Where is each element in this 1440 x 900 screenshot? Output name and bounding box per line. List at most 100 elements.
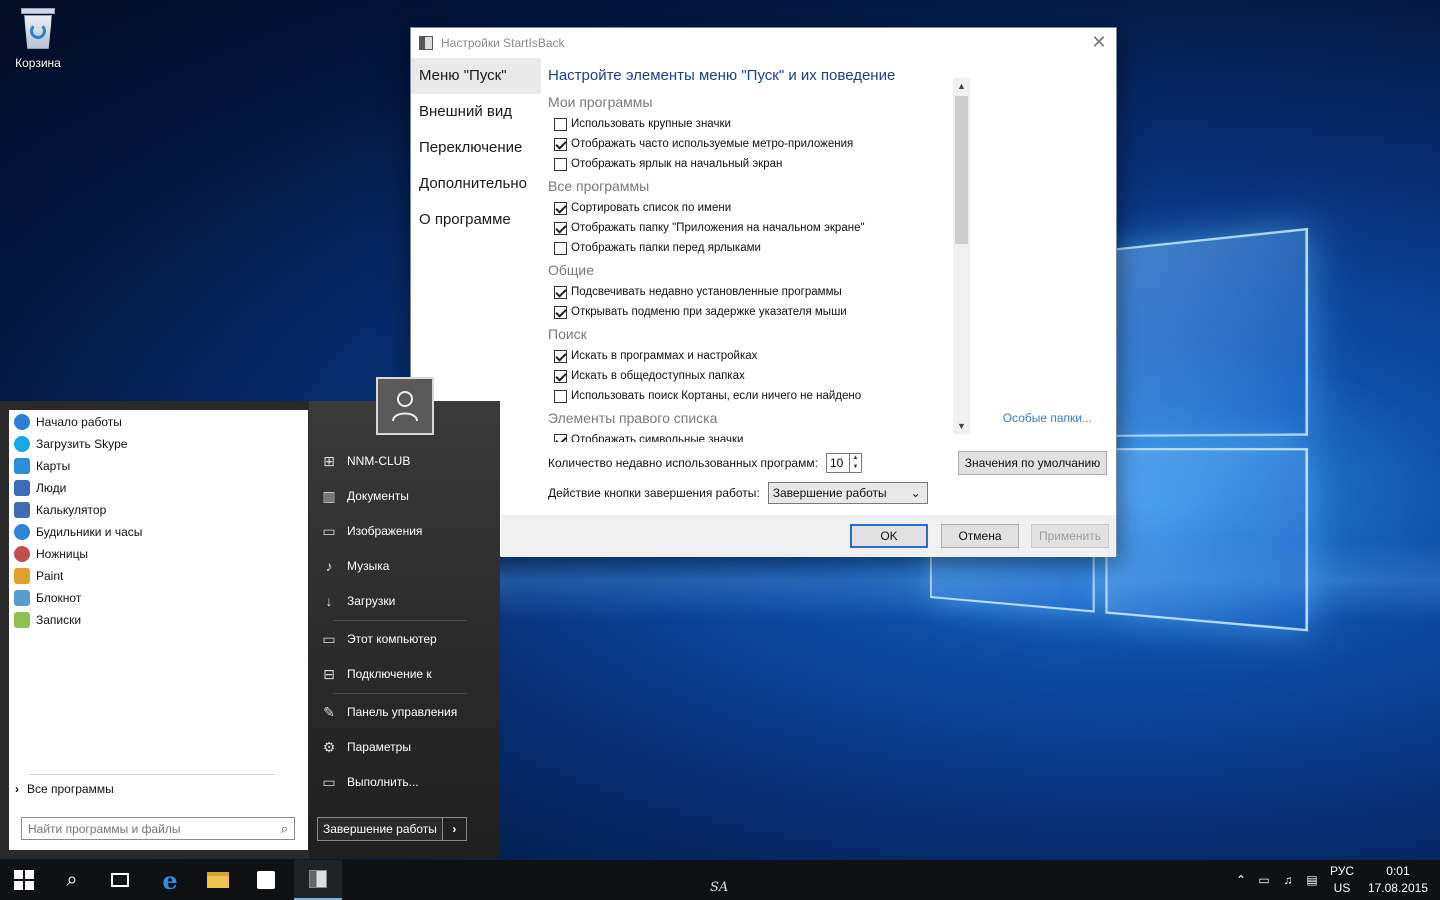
task-view-button[interactable]	[96, 860, 144, 900]
settings-dialog: Настройки StartIsBack ✕ Меню "Пуск" Внеш…	[410, 27, 1117, 557]
special-folders-link[interactable]: Особые папки...	[1003, 406, 1092, 430]
nav-item-switching[interactable]: Переключение	[411, 130, 541, 166]
place-documents[interactable]: ▥ Документы	[319, 481, 408, 511]
checkbox[interactable]	[554, 241, 567, 255]
checkbox[interactable]	[554, 285, 567, 299]
power-action-row: Действие кнопки завершения работы: Завер…	[548, 482, 928, 504]
recent-programs-stepper[interactable]: ▲▼	[825, 453, 862, 473]
clock[interactable]: 0:01 17.08.2015	[1368, 863, 1428, 897]
checkbox[interactable]	[554, 389, 567, 403]
program-item[interactable]: Ножницы	[9, 543, 308, 565]
option-symbolic-icons[interactable]: Отображать символьные значки	[548, 430, 1096, 442]
option-show-apps-folder[interactable]: Отображать папку "Приложения на начально…	[548, 218, 1096, 238]
place-user-folder[interactable]: ⊞ NNM-CLUB	[319, 446, 410, 476]
defaults-button[interactable]: Значения по умолчанию	[958, 451, 1107, 475]
checkbox[interactable]	[554, 157, 567, 171]
program-item[interactable]: Калькулятор	[9, 499, 308, 521]
option-cortana-search[interactable]: Использовать поиск Кортаны, если ничего …	[548, 386, 1096, 406]
place-settings[interactable]: ⚙ Параметры	[319, 732, 411, 762]
cancel-button[interactable]: Отмена	[941, 524, 1019, 548]
shutdown-options-icon[interactable]: ›	[442, 817, 467, 841]
startisback-app-icon	[419, 36, 433, 50]
startisback-app-icon	[309, 870, 327, 888]
program-item[interactable]: Записки	[9, 609, 308, 631]
notifications-icon[interactable]: ▤	[1300, 873, 1324, 887]
option-start-screen-shortcut[interactable]: Отображать ярлык на начальный экран	[548, 154, 1096, 174]
checkbox[interactable]	[554, 137, 567, 151]
option-sort-by-name[interactable]: Сортировать список по имени	[548, 198, 1096, 218]
power-action-select[interactable]: Завершение работы ⌄	[767, 482, 928, 504]
language-indicator[interactable]: РУС US	[1330, 863, 1354, 897]
apply-button[interactable]: Применить	[1031, 524, 1109, 548]
place-control-panel[interactable]: ✎ Панель управления	[319, 697, 457, 727]
recent-programs-input[interactable]	[825, 453, 850, 473]
nav-item-about[interactable]: О программе	[411, 202, 541, 238]
close-icon[interactable]: ✕	[1090, 33, 1108, 51]
start-search-input[interactable]	[28, 821, 258, 836]
scroll-thumb[interactable]	[955, 96, 968, 244]
place-downloads[interactable]: ↓ Загрузки	[319, 586, 396, 616]
recycle-bin-icon	[21, 8, 55, 50]
volume-icon[interactable]: ♫	[1276, 873, 1300, 887]
stepper-down-icon[interactable]: ▼	[850, 463, 861, 472]
run-icon: ▭	[322, 773, 336, 790]
option-search-programs[interactable]: Искать в программах и настройках	[548, 346, 1096, 366]
scroll-up-icon[interactable]: ▲	[953, 78, 970, 94]
search-button[interactable]: ⌕	[48, 860, 96, 900]
program-item[interactable]: Карты	[9, 455, 308, 477]
nav-item-advanced[interactable]: Дополнительно	[411, 166, 541, 202]
paint-icon	[14, 568, 30, 584]
place-music[interactable]: ♪ Музыка	[319, 551, 390, 581]
program-item[interactable]: Начало работы	[9, 411, 308, 433]
nav-item-appearance[interactable]: Внешний вид	[411, 94, 541, 130]
program-item[interactable]: Люди	[9, 477, 308, 499]
chevron-up-icon[interactable]: ⌃	[1230, 873, 1252, 887]
explorer-button[interactable]	[194, 860, 242, 900]
place-pictures[interactable]: ▭ Изображения	[319, 516, 422, 546]
option-search-public-folders[interactable]: Искать в общедоступных папках	[548, 366, 1096, 386]
program-item[interactable]: Paint	[9, 565, 308, 587]
program-item[interactable]: Блокнот	[9, 587, 308, 609]
checkbox[interactable]	[554, 201, 567, 215]
checkbox[interactable]	[554, 369, 567, 383]
option-frequent-metro-apps[interactable]: Отображать часто используемые метро-прил…	[548, 134, 1096, 154]
edge-button[interactable]: e	[146, 860, 194, 900]
option-submenu-hover[interactable]: Открывать подменю при задержке указателя…	[548, 302, 1096, 322]
option-folders-first[interactable]: Отображать папки перед ярлыками	[548, 238, 1096, 258]
network-icon[interactable]: ▭	[1252, 873, 1276, 887]
recent-programs-row: Количество недавно использованных програ…	[548, 453, 862, 473]
store-button[interactable]	[242, 860, 290, 900]
store-icon	[257, 871, 275, 889]
divider	[29, 774, 275, 775]
nav-item-start-menu[interactable]: Меню "Пуск"	[411, 58, 541, 94]
all-programs-button[interactable]: › Все программы	[15, 782, 114, 796]
checkbox[interactable]	[554, 305, 567, 319]
options-scrollbar[interactable]: ▲ ▼	[953, 78, 970, 434]
place-this-pc[interactable]: ▭ Этот компьютер	[319, 624, 436, 654]
start-button[interactable]	[0, 860, 48, 900]
ok-button[interactable]: OK	[850, 524, 928, 548]
stepper-up-icon[interactable]: ▲	[850, 454, 861, 463]
startisback-settings-button[interactable]	[294, 860, 342, 900]
checkbox[interactable]	[554, 433, 567, 442]
recycle-bin-shortcut[interactable]: Корзина	[8, 8, 68, 70]
checkbox[interactable]	[554, 349, 567, 363]
option-highlight-new[interactable]: Подсвечивать недавно установленные прогр…	[548, 282, 1096, 302]
scroll-down-icon[interactable]: ▼	[953, 418, 970, 434]
checkbox[interactable]	[554, 117, 567, 131]
dialog-title: Настройки StartIsBack	[441, 36, 565, 50]
place-connect-to[interactable]: ⊟ Подключение к	[319, 659, 432, 689]
clock-time: 0:01	[1386, 864, 1410, 878]
checkbox[interactable]	[554, 221, 567, 235]
program-item[interactable]: Будильники и часы	[9, 521, 308, 543]
dialog-titlebar[interactable]: Настройки StartIsBack	[411, 28, 1116, 58]
options-scroll-area: Мои программы Использовать крупные значк…	[548, 90, 1096, 442]
chevron-down-icon: ⌄	[910, 486, 921, 500]
place-run[interactable]: ▭ Выполнить...	[319, 767, 418, 797]
option-large-icons[interactable]: Использовать крупные значки	[548, 114, 1096, 134]
group-title-my-programs: Мои программы	[548, 94, 653, 110]
shutdown-button[interactable]: Завершение работы	[317, 817, 443, 841]
start-search-box[interactable]: ⌕	[21, 817, 295, 840]
program-item[interactable]: Загрузить Skype	[9, 433, 308, 455]
avatar[interactable]	[376, 377, 434, 435]
